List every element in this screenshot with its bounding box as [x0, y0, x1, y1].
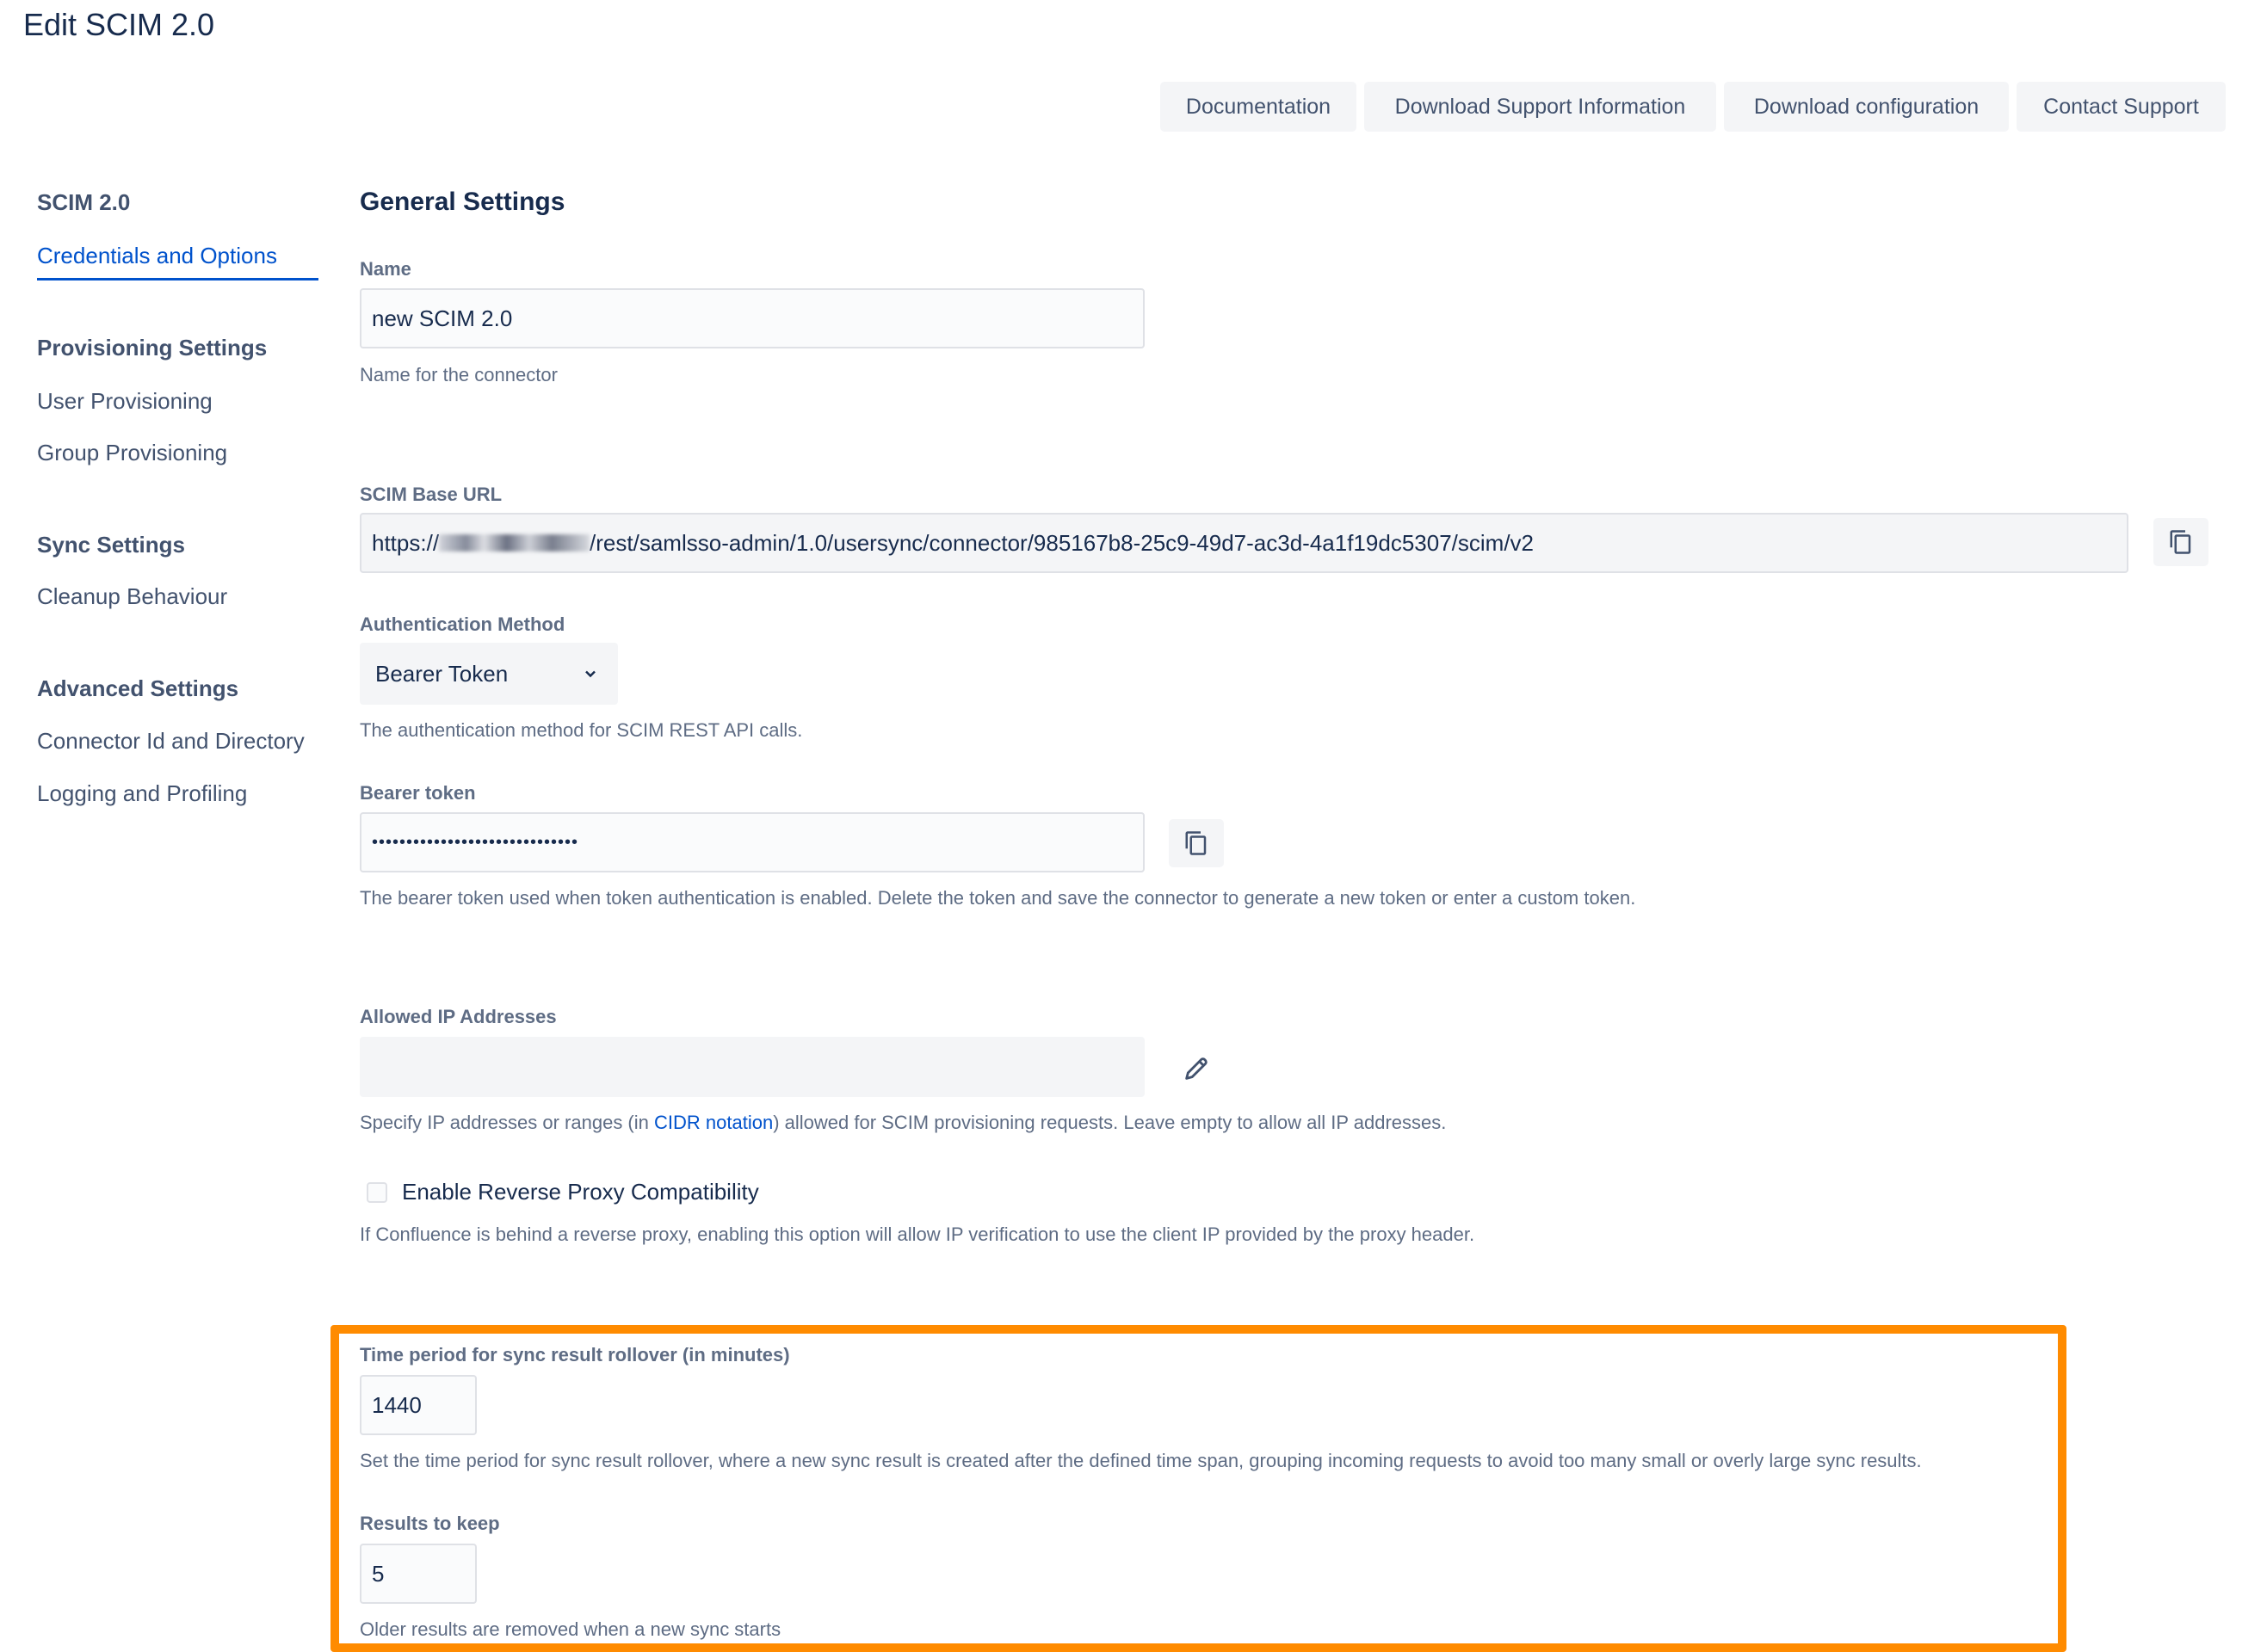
- results-to-keep-help: Older results are removed when a new syn…: [360, 1618, 781, 1640]
- bearer-token-help: The bearer token used when token authent…: [360, 887, 1636, 909]
- base-url-suffix: /rest/samlsso-admin/1.0/usersync/connect…: [590, 529, 1534, 556]
- bearer-token-label: Bearer token: [360, 782, 476, 804]
- results-to-keep-label: Results to keep: [360, 1513, 500, 1534]
- name-label: Name: [360, 258, 411, 280]
- sidebar-heading-sync-settings: Sync Settings: [37, 532, 185, 558]
- sidebar-heading-provisioning-settings: Provisioning Settings: [37, 335, 268, 361]
- auth-method-label: Authentication Method: [360, 613, 565, 635]
- copy-icon: [1185, 831, 1207, 855]
- sidebar-item-logging-and-profiling[interactable]: Logging and Profiling: [37, 780, 247, 807]
- download-configuration-button[interactable]: Download configuration: [1724, 82, 2009, 132]
- rollover-help: Set the time period for sync result roll…: [360, 1450, 1922, 1471]
- name-help: Name for the connector: [360, 364, 558, 385]
- cidr-notation-link[interactable]: CIDR notation: [654, 1112, 773, 1133]
- contact-support-button[interactable]: Contact Support: [2017, 82, 2226, 132]
- auth-method-select[interactable]: Bearer Token: [360, 643, 618, 705]
- auth-method-help: The authentication method for SCIM REST …: [360, 719, 803, 741]
- allowed-ip-label: Allowed IP Addresses: [360, 1006, 557, 1027]
- sidebar-item-cleanup-behaviour[interactable]: Cleanup Behaviour: [37, 583, 227, 610]
- chevron-down-icon: [585, 670, 596, 678]
- copy-base-url-button[interactable]: [2153, 518, 2208, 566]
- sidebar-heading-advanced-settings: Advanced Settings: [37, 675, 239, 701]
- sidebar-item-credentials-and-options[interactable]: Credentials and Options: [37, 243, 318, 280]
- rollover-input[interactable]: [360, 1375, 477, 1435]
- base-url-field[interactable]: https:// /rest/samlsso-admin/1.0/usersync…: [360, 513, 2128, 573]
- reverse-proxy-help: If Confluence is behind a reverse proxy,…: [360, 1224, 1475, 1245]
- documentation-button[interactable]: Documentation: [1160, 82, 1356, 132]
- edit-allowed-ip-button[interactable]: [1179, 1051, 1214, 1086]
- allowed-ip-help: Specify IP addresses or ranges (in CIDR …: [360, 1112, 1446, 1134]
- base-url-label: SCIM Base URL: [360, 484, 503, 505]
- reverse-proxy-label: Enable Reverse Proxy Compatibility: [402, 1179, 759, 1205]
- name-input[interactable]: [360, 288, 1145, 348]
- copy-icon: [2170, 530, 2191, 554]
- section-title-general-settings: General Settings: [360, 188, 565, 216]
- sidebar-item-group-provisioning[interactable]: Group Provisioning: [37, 440, 227, 466]
- redacted-host: [439, 534, 590, 552]
- results-to-keep-input[interactable]: [360, 1544, 477, 1604]
- sidebar-heading-scim: SCIM 2.0: [37, 189, 131, 215]
- page-title: Edit SCIM 2.0: [23, 7, 215, 42]
- download-support-information-button[interactable]: Download Support Information: [1364, 82, 1716, 132]
- sidebar-item-connector-id-and-directory[interactable]: Connector Id and Directory: [37, 728, 305, 755]
- base-url-prefix: https://: [372, 529, 440, 556]
- sidebar-item-user-provisioning[interactable]: User Provisioning: [37, 388, 213, 415]
- rollover-label: Time period for sync result rollover (in…: [360, 1344, 790, 1365]
- allowed-ip-field[interactable]: [360, 1037, 1145, 1097]
- auth-method-value: Bearer Token: [375, 660, 509, 687]
- pencil-icon: [1185, 1057, 1208, 1080]
- reverse-proxy-checkbox[interactable]: [367, 1182, 387, 1203]
- highlight-box: [330, 1325, 2066, 1652]
- bearer-token-input[interactable]: ••••••••••••••••••••••••••••••: [360, 812, 1145, 872]
- allowed-ip-help-text: Specify IP addresses or ranges (in: [360, 1112, 654, 1133]
- copy-bearer-token-button[interactable]: [1169, 819, 1224, 867]
- allowed-ip-help-text-end: ) allowed for SCIM provisioning requests…: [773, 1112, 1447, 1133]
